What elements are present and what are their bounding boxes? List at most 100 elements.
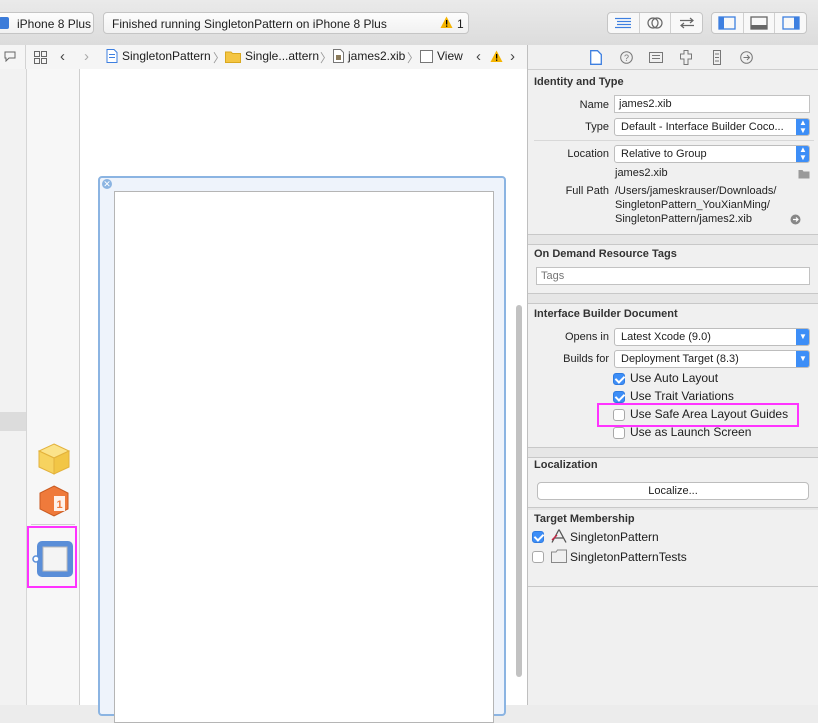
activity-status-text: Finished running SingletonPattern on iPh…: [112, 17, 387, 31]
folder-icon: [225, 51, 241, 63]
version-editor-icon[interactable]: [671, 13, 702, 33]
type-label: Type: [585, 121, 609, 133]
document-outline: 1: [27, 69, 80, 705]
reveal-in-finder-icon[interactable]: [790, 214, 801, 228]
issue-next-icon[interactable]: ›: [510, 48, 515, 65]
breadcrumb-file[interactable]: james2.xib: [333, 49, 405, 63]
odr-section-title: On Demand Resource Tags: [534, 248, 677, 260]
type-popup[interactable]: Default - Interface Builder Coco... ▲ ▼: [614, 118, 810, 136]
launch-screen-checkbox[interactable]: [613, 427, 625, 439]
utilities-panel-icon[interactable]: [775, 13, 806, 33]
view-icon: [420, 49, 433, 63]
target-membership-section-title: Target Membership: [534, 513, 635, 525]
name-field[interactable]: james2.xib: [614, 95, 810, 113]
view-selection-frame[interactable]: ✕: [98, 176, 506, 723]
canvas-scrollbar[interactable]: [516, 305, 522, 677]
tags-input[interactable]: [536, 267, 810, 285]
popup-arrow-icon: ▼: [796, 351, 809, 367]
builds-for-popup[interactable]: Deployment Target (8.3) ▼: [614, 350, 810, 368]
jump-bar: ‹ › SingletonPattern 〉 Single...attern 〉…: [0, 45, 527, 70]
ib-canvas: ✕: [80, 69, 527, 723]
forward-arrow-icon[interactable]: ›: [84, 48, 89, 65]
safe-area-highlight: [597, 403, 799, 427]
device-label: iPhone 8 Plus: [17, 17, 92, 31]
breadcrumb-label: Single...attern: [245, 49, 320, 63]
connections-inspector-icon[interactable]: [740, 51, 753, 67]
xib-file-icon: [333, 49, 344, 63]
full-path-line: SingletonPattern_YouXianMing/: [615, 199, 770, 211]
device-icon: [0, 17, 9, 29]
trait-variations-checkbox[interactable]: [613, 391, 625, 403]
location-file-name: james2.xib: [615, 167, 668, 179]
navigator-strip: [0, 69, 27, 705]
identity-inspector-icon[interactable]: [649, 52, 663, 66]
launch-screen-label: Use as Launch Screen: [630, 425, 752, 439]
scheme-device-selector[interactable]: iPhone 8 Plus: [0, 12, 94, 34]
target-checkbox[interactable]: [532, 531, 544, 543]
first-responder-icon[interactable]: 1: [38, 485, 70, 520]
breadcrumb-project[interactable]: SingletonPattern: [106, 49, 211, 63]
location-label: Location: [567, 148, 609, 160]
navigator-panel-icon[interactable]: [712, 13, 744, 33]
builds-for-value: Deployment Target (8.3): [621, 353, 739, 365]
popup-arrows-icon: ▲ ▼: [796, 146, 809, 162]
breadcrumb-view[interactable]: View: [420, 49, 463, 63]
type-value: Default - Interface Builder Coco...: [621, 121, 784, 133]
toolbar: iPhone 8 Plus Finished running Singleton…: [0, 0, 818, 46]
files-owner-icon[interactable]: [37, 442, 71, 479]
target-label: SingletonPatternTests: [570, 550, 687, 564]
trait-variations-label: Use Trait Variations: [630, 389, 734, 403]
panel-toggle-control: [711, 12, 807, 34]
popup-arrow-icon: ▼: [796, 329, 809, 345]
debug-panel-icon[interactable]: [744, 13, 776, 33]
auto-layout-checkbox[interactable]: [613, 373, 625, 385]
attributes-inspector-icon[interactable]: [680, 50, 692, 68]
location-value: Relative to Group: [621, 148, 707, 160]
location-popup[interactable]: Relative to Group ▲ ▼: [614, 145, 810, 163]
warning-icon[interactable]: [440, 16, 453, 32]
project-file-icon: [106, 49, 118, 63]
localize-button[interactable]: Localize...: [537, 482, 809, 500]
file-inspector-icon[interactable]: [590, 50, 602, 68]
assistant-editor-icon[interactable]: [640, 13, 672, 33]
full-path-label: Full Path: [565, 185, 609, 197]
breadcrumb-label: View: [437, 49, 463, 63]
close-icon[interactable]: ✕: [102, 179, 112, 189]
opens-in-label: Opens in: [564, 331, 609, 343]
xib-view[interactable]: [114, 191, 494, 723]
comment-icon[interactable]: [4, 51, 16, 65]
svg-text:1: 1: [56, 499, 62, 511]
issue-prev-icon[interactable]: ‹: [476, 48, 481, 65]
quick-help-icon[interactable]: ?: [620, 51, 633, 67]
opens-in-value: Latest Xcode (9.0): [621, 331, 711, 343]
standard-editor-icon[interactable]: [608, 13, 640, 33]
back-arrow-icon[interactable]: ‹: [60, 48, 65, 65]
issue-warning-icon[interactable]: [490, 50, 503, 66]
localization-section-title: Localization: [534, 459, 598, 471]
inspector-tab-bar: ?: [528, 45, 818, 70]
editor-mode-control: [607, 12, 703, 34]
navigator-selected-row[interactable]: [0, 412, 26, 431]
target-label: SingletonPattern: [570, 530, 659, 544]
target-checkbox[interactable]: [532, 551, 544, 563]
test-target-icon: [551, 549, 567, 566]
identity-section-title: Identity and Type: [534, 76, 624, 88]
file-inspector: ? Identity and Type Name james2.xib Type…: [527, 45, 818, 705]
breadcrumb-group[interactable]: Single...attern: [225, 49, 319, 63]
builds-for-label: Builds for: [563, 353, 609, 365]
full-path-line: SingletonPattern/james2.xib: [615, 213, 752, 225]
activity-view: Finished running SingletonPattern on iPh…: [103, 12, 469, 34]
svg-text:?: ?: [624, 53, 629, 63]
app-target-icon: [551, 529, 567, 546]
ib-document-section-title: Interface Builder Document: [534, 308, 678, 320]
view-object-highlight: [27, 526, 77, 588]
popup-arrows-icon: ▲ ▼: [796, 119, 809, 135]
opens-in-popup[interactable]: Latest Xcode (9.0) ▼: [614, 328, 810, 346]
folder-browse-icon[interactable]: [798, 168, 810, 182]
breadcrumb-separator-icon: 〉: [407, 51, 420, 65]
size-inspector-icon[interactable]: [713, 50, 721, 68]
related-items-icon[interactable]: [34, 51, 47, 67]
breadcrumb-label: SingletonPattern: [122, 49, 211, 63]
auto-layout-label: Use Auto Layout: [630, 371, 719, 385]
warning-count: 1: [457, 17, 464, 31]
